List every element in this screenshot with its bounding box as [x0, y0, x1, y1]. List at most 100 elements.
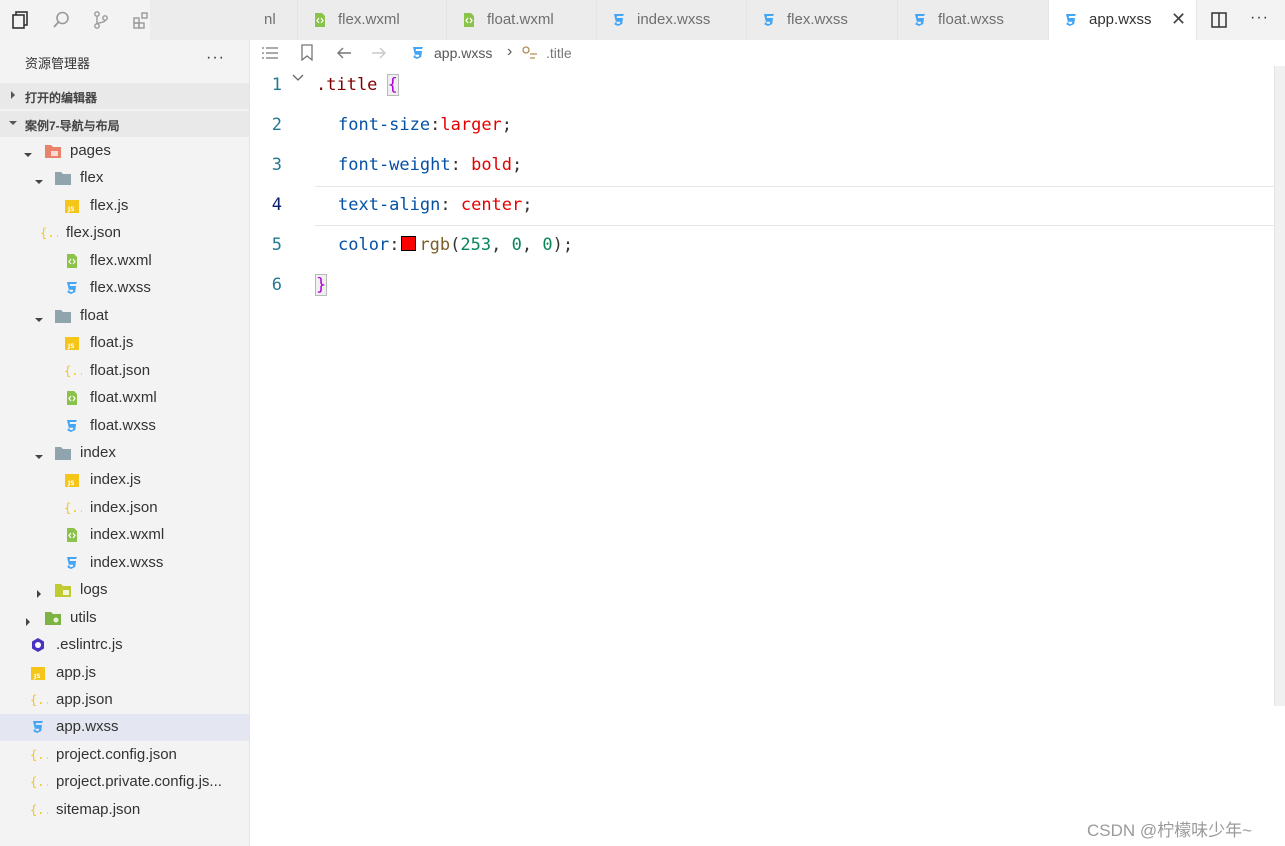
tree-item-label: index.js	[90, 471, 141, 489]
brace: {	[386, 74, 399, 96]
tree-item-label: index.json	[90, 498, 158, 516]
code-editor[interactable]: 1 2 3 4 5 6 .title { font-size:larger; f…	[250, 66, 1285, 846]
tab-flex-wxss[interactable]: flex.wxss	[747, 0, 898, 40]
section-open-editors[interactable]: 打开的编辑器	[0, 83, 249, 109]
tree-folder-index[interactable]: index	[0, 440, 249, 467]
tree-file-float-wxss[interactable]: float.wxss	[0, 413, 249, 440]
tree-file-app-json[interactable]: {..} app.json	[0, 687, 249, 714]
arrow-left-icon[interactable]	[335, 46, 353, 60]
css-value: bold	[471, 155, 513, 175]
json-file-icon: {..}	[64, 500, 93, 516]
symbol-class-icon	[522, 46, 537, 59]
tree-file-sitemap-json[interactable]: {..} sitemap.json	[0, 797, 249, 824]
section-project[interactable]: 案例7-导航与布局	[0, 111, 249, 137]
tab-float-wxml[interactable]: float.wxml	[447, 0, 597, 40]
more-actions-button[interactable]: ···	[206, 49, 225, 67]
semicolon: ;	[512, 155, 523, 175]
breadcrumb-symbol[interactable]: .title	[546, 45, 572, 61]
tree-file-float-wxml[interactable]: float.wxml	[0, 385, 249, 412]
comma: ,	[521, 235, 543, 255]
paren-open: (	[450, 235, 461, 255]
line-number: 5	[271, 235, 282, 255]
wxss-file-icon	[30, 719, 48, 735]
tab-label: app.wxss	[1089, 11, 1152, 28]
breadcrumb: app.wxss › .title	[250, 40, 1285, 66]
svg-text:{..}: {..}	[64, 501, 82, 515]
paren-close: )	[552, 235, 563, 255]
tree-folder-flex[interactable]: flex	[0, 165, 249, 192]
explorer-icon[interactable]	[8, 8, 32, 32]
semicolon: ;	[501, 115, 513, 135]
tree-file-project-private-config-js[interactable]: {..} project.private.config.js...	[0, 769, 249, 796]
tree-item-label: float.wxss	[90, 416, 156, 434]
source-control-icon[interactable]	[89, 8, 113, 32]
svg-text:{..}: {..}	[30, 775, 48, 789]
tree-folder-utils[interactable]: utils	[0, 605, 249, 632]
scrollbar[interactable]	[1274, 66, 1285, 706]
tree-folder-pages[interactable]: pages	[0, 138, 249, 165]
tree-file-index-wxss[interactable]: index.wxss	[0, 550, 249, 577]
tree-file-flex-js[interactable]: JS flex.js	[0, 193, 249, 220]
brace: }	[314, 274, 328, 296]
tab-flex-wxml[interactable]: flex.wxml	[298, 0, 447, 40]
code-line: .title {	[316, 74, 399, 96]
tree-file-index-js[interactable]: JS index.js	[0, 467, 249, 494]
tree-file-flex-wxml[interactable]: flex.wxml	[0, 248, 249, 275]
folder-icon	[54, 170, 72, 186]
tree-item-label: app.json	[56, 691, 113, 708]
tree-item-label: project.private.config.js...	[56, 773, 222, 791]
colon: :	[450, 155, 472, 175]
tab-partial[interactable]: nl	[150, 0, 298, 40]
wxss-file-icon	[64, 555, 82, 571]
semicolon: ;	[522, 195, 533, 215]
tab-float-wxss[interactable]: float.wxss	[898, 0, 1049, 40]
explorer-header: 资源管理器 ···	[0, 40, 249, 80]
chevron-down-icon	[35, 311, 43, 328]
tree-file-float-js[interactable]: JS float.js	[0, 330, 249, 357]
bookmark-icon[interactable]	[300, 44, 314, 61]
wxml-file-icon	[64, 253, 82, 269]
tree-file-app-js[interactable]: JS app.js	[0, 660, 249, 687]
svg-text:JS: JS	[33, 673, 41, 680]
line-number: 6	[271, 275, 282, 295]
tree-folder-float[interactable]: float	[0, 303, 249, 330]
fold-chevron-icon[interactable]	[292, 71, 304, 85]
tree-file-flex-wxss[interactable]: flex.wxss	[0, 275, 249, 302]
tree-file-index-wxml[interactable]: index.wxml	[0, 522, 249, 549]
tree-file-float-json[interactable]: {..} float.json	[0, 358, 249, 385]
search-icon[interactable]	[49, 8, 73, 32]
tree-file-project-config-json[interactable]: {..} project.config.json	[0, 742, 249, 769]
tab-index-wxss[interactable]: index.wxss	[597, 0, 747, 40]
color-swatch[interactable]	[401, 236, 417, 251]
colon: :	[430, 115, 441, 135]
tree-item-label: utils	[70, 608, 97, 626]
split-editor-icon[interactable]	[1210, 11, 1228, 29]
breadcrumb-file[interactable]: app.wxss	[434, 45, 492, 61]
tree-file-eslintrc-js[interactable]: .eslintrc.js	[0, 632, 249, 659]
tree-file-index-json[interactable]: {..} index.json	[0, 495, 249, 522]
more-actions-button[interactable]: ···	[1250, 9, 1269, 27]
js-file-icon: JS	[64, 472, 82, 488]
list-icon[interactable]	[261, 46, 279, 60]
close-icon[interactable]: ✕	[1171, 9, 1186, 30]
editor-tab-bar: nl flex.wxml float.wxml index.wxss flex.…	[150, 0, 1285, 40]
tree-file-app-wxss[interactable]: app.wxss	[0, 714, 249, 742]
css-selector: .title	[316, 75, 378, 95]
wxml-file-icon	[64, 527, 82, 543]
tree-file-flex-json[interactable]: {..} flex.json	[0, 220, 249, 247]
arrow-right-icon[interactable]	[370, 46, 388, 60]
wxss-file-icon	[1066, 14, 1076, 26]
tree-item-label: index.wxss	[90, 553, 164, 571]
tree-folder-logs[interactable]: logs	[0, 577, 249, 604]
code-line: text-align: center;	[338, 195, 533, 215]
tree-item-label: flex.json	[66, 224, 122, 242]
json-file-icon: {..}	[30, 774, 59, 790]
css-property: color	[338, 235, 390, 255]
chevron-right-icon	[11, 91, 15, 99]
chevron-down-icon	[35, 448, 43, 465]
folder-utils-icon	[44, 610, 62, 626]
tree-item-label: index.wxml	[90, 526, 165, 544]
tree-item-label: flex.wxml	[90, 251, 152, 269]
tab-app-wxss[interactable]: app.wxss ✕	[1049, 0, 1197, 40]
chevron-right-icon	[35, 585, 43, 602]
